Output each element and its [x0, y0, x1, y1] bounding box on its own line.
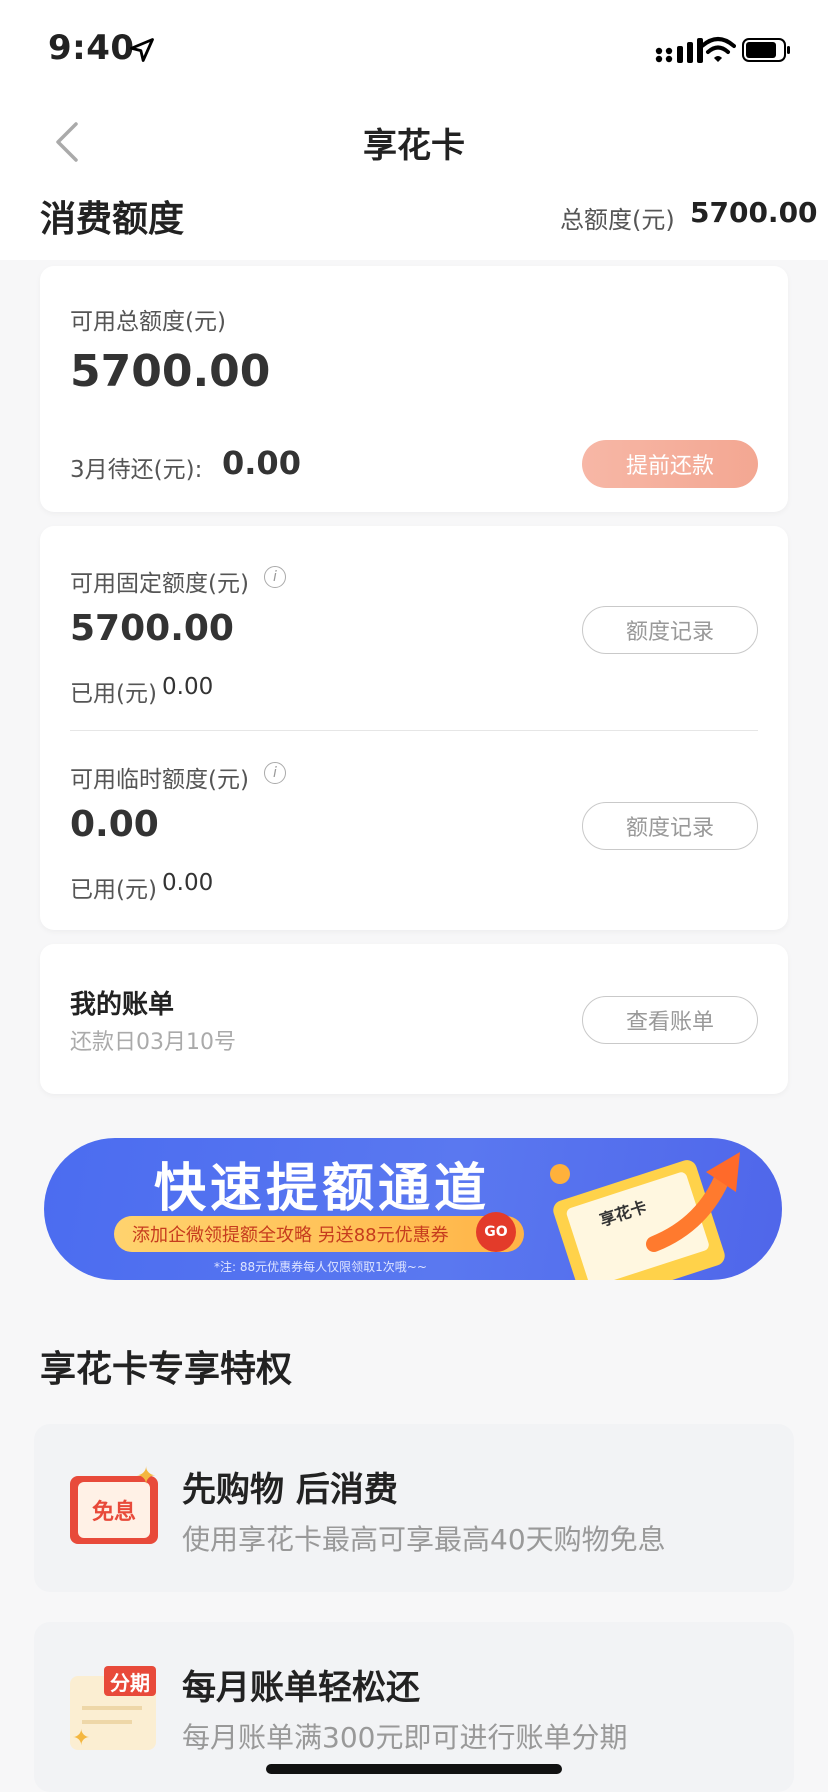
view-bill-button[interactable]: 查看账单 — [582, 996, 758, 1044]
page-title: 享花卡 — [363, 126, 465, 166]
installment-badge: 分期 — [104, 1666, 156, 1696]
early-repay-button[interactable]: 提前还款 — [582, 440, 758, 488]
temp-used-value: 0.00 — [162, 870, 214, 896]
installment-line — [82, 1720, 132, 1724]
privilege-title: 每月账单轻松还 — [182, 1668, 420, 1708]
up-arrow-icon — [646, 1152, 740, 1252]
available-value: 5700.00 — [70, 346, 271, 397]
repay-day: 还款日03月10号 — [70, 1030, 236, 1055]
fixed-limit-value: 5700.00 — [70, 608, 234, 649]
fixed-used-label: 已用(元) — [70, 681, 157, 707]
battery-icon — [742, 38, 790, 62]
banner-note: *注: 88元优惠券每人仅限领取1次哦~~ — [214, 1260, 427, 1274]
privilege-title: 先购物 后消费 — [182, 1470, 398, 1510]
temp-record-button[interactable]: 额度记录 — [582, 802, 758, 850]
privileges-title: 享花卡专享特权 — [40, 1349, 293, 1390]
card-text: 享花卡 — [597, 1196, 649, 1230]
due-label: 3月待还(元): — [70, 457, 203, 483]
temp-used-label: 已用(元) — [70, 877, 157, 903]
coin-icon — [550, 1164, 570, 1184]
info-icon[interactable]: i — [264, 566, 286, 588]
banner-strip: 添加企微领提额全攻略 另送88元优惠券 — [114, 1216, 524, 1252]
location-arrow-icon — [130, 38, 154, 62]
section-title: 消费额度 — [40, 199, 185, 240]
divider — [70, 730, 758, 731]
promo-banner[interactable]: 快速提额通道 添加企微领提额全攻略 另送88元优惠券 GO *注: 88元优惠券… — [44, 1138, 782, 1280]
temp-limit-value: 0.00 — [70, 804, 159, 845]
banner-title: 快速提额通道 — [154, 1159, 491, 1219]
due-value: 0.00 — [222, 444, 301, 482]
status-time: 9:40 — [48, 28, 135, 68]
interest-free-text: 免息 — [78, 1482, 150, 1538]
total-limit-value: 5700.00 — [690, 196, 818, 229]
wifi-icon — [700, 37, 736, 62]
sparkle-icon: ✦ — [72, 1726, 91, 1751]
fixed-record-button[interactable]: 额度记录 — [582, 606, 758, 654]
installment-line — [82, 1706, 142, 1710]
home-indicator[interactable] — [266, 1764, 562, 1774]
bill-title: 我的账单 — [70, 990, 175, 1020]
temp-limit-label: 可用临时额度(元) — [70, 767, 249, 793]
go-button[interactable]: GO — [476, 1212, 516, 1252]
fixed-limit-label: 可用固定额度(元) — [70, 571, 249, 597]
info-icon[interactable]: i — [264, 762, 286, 784]
available-label: 可用总额度(元) — [70, 309, 226, 335]
sparkle-icon: ✦ — [136, 1462, 157, 1490]
privilege-desc: 每月账单满300元即可进行账单分期 — [182, 1721, 628, 1754]
cellular-signal-icon — [655, 38, 703, 63]
total-limit-label: 总额度(元) — [560, 206, 675, 234]
fixed-used-value: 0.00 — [162, 674, 214, 700]
privilege-desc: 使用享花卡最高可享最高40天购物免息 — [182, 1523, 666, 1556]
